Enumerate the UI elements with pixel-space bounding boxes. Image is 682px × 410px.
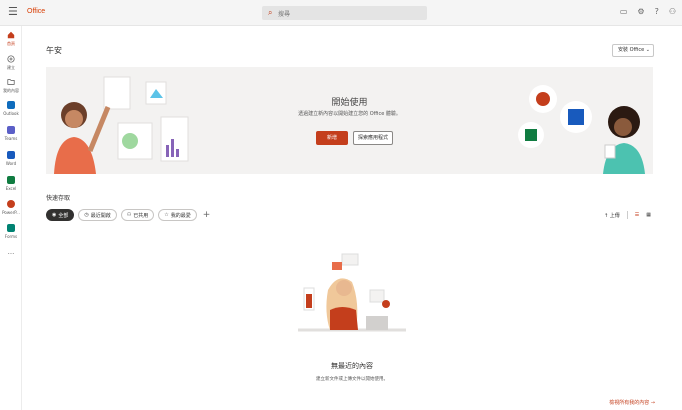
forms-icon [7, 224, 15, 232]
empty-state-illustration [298, 253, 406, 332]
banner-right-illustration [518, 85, 645, 174]
search-input[interactable]: ⌕ 搜尋 [262, 6, 427, 20]
clock-icon: ◷ [84, 212, 89, 218]
rail-item-create[interactable]: 建立 [0, 55, 22, 71]
rail-label: 建立 [7, 65, 15, 70]
rail-item-home[interactable]: 首頁 [0, 31, 22, 47]
upload-icon: ↑ [603, 212, 609, 219]
create-icon [7, 55, 15, 63]
rail-label: 我的內容 [3, 88, 19, 93]
help-icon[interactable]: ? [655, 7, 659, 17]
get-started-banner: 開始使用 透過建立新內容以開始建立您的 Office 體驗。 新增 探索應用程式 [46, 67, 653, 174]
new-button[interactable]: 新增 [316, 131, 348, 145]
rail-item-word[interactable]: Word [0, 151, 22, 166]
more-apps-icon[interactable]: ··· [0, 250, 22, 258]
rail-item-my-content[interactable]: 我的內容 [0, 78, 22, 94]
upload-button[interactable]: ↑ 上傳 [604, 212, 620, 219]
all-icon: ◉ [52, 212, 57, 218]
search-icon: ⌕ [268, 8, 273, 17]
home-icon [7, 31, 15, 39]
filter-favorites[interactable]: ☆ 我的最愛 [158, 209, 197, 221]
rail-item-excel[interactable]: Excel [0, 176, 22, 191]
explore-apps-button[interactable]: 探索應用程式 [353, 131, 393, 145]
top-bar: ☰ Office ⌕ 搜尋 ▭ ⚙ ? ⚇ [0, 0, 682, 26]
outlook-icon [7, 101, 15, 109]
word-icon [7, 151, 15, 159]
rail-label: Teams [4, 136, 18, 141]
app-launcher-icon[interactable]: ☰ [8, 6, 18, 17]
grid-view-icon[interactable]: ▦ [646, 212, 651, 218]
rail-item-teams[interactable]: Teams [0, 126, 22, 141]
powerpoint-icon [7, 200, 15, 208]
filter-label: 全部 [58, 212, 69, 219]
install-office-button[interactable]: 安裝 Office ⌄ [612, 44, 654, 57]
add-filter-button[interactable]: + [203, 209, 211, 221]
empty-state-title: 無最近的內容 [331, 362, 373, 370]
filter-recent[interactable]: ◷ 最近開啟 [78, 209, 117, 221]
banner-left-illustration [54, 76, 189, 174]
excel-icon [7, 176, 15, 184]
rail-label: 首頁 [7, 41, 15, 46]
filter-shared[interactable]: ⚇ 已共用 [120, 209, 155, 221]
view-all-content-link[interactable]: 檢視所有我的內容 → [609, 399, 655, 406]
present-icon[interactable]: ▭ [620, 7, 628, 17]
brand-link[interactable]: Office [27, 8, 45, 15]
quick-access-filters: ◉ 全部 ◷ 最近開啟 ⚇ 已共用 ☆ 我的最愛 + [46, 209, 210, 221]
greeting: 午安 [46, 46, 62, 55]
rail-item-forms[interactable]: Forms [0, 224, 22, 239]
filter-label: 我的最愛 [170, 212, 191, 219]
filter-all[interactable]: ◉ 全部 [46, 209, 75, 221]
empty-state-subtitle: 建立新文件或上傳文件以開始使用。 [316, 377, 388, 382]
list-view-icon[interactable]: ☰ [635, 212, 639, 218]
rail-label: Excel [5, 186, 17, 191]
star-icon: ☆ [164, 212, 169, 218]
filter-label: 已共用 [133, 212, 149, 219]
filter-label: 最近開啟 [90, 212, 111, 219]
top-icons: ▭ ⚙ ? ⚇ [620, 7, 676, 17]
shared-icon: ⚇ [126, 212, 132, 218]
quick-access-tools: ↑ 上傳 ☰ ▦ [604, 211, 651, 219]
left-rail: 首頁 建立 我的內容 Outlook Teams Word Excel Powe… [0, 26, 22, 410]
rail-label: PowerP... [2, 210, 20, 215]
folder-icon [7, 79, 15, 85]
teams-icon [7, 126, 15, 134]
rail-item-powerpoint[interactable]: PowerP... [0, 200, 22, 215]
rail-item-outlook[interactable]: Outlook [0, 101, 22, 116]
quick-access-title: 快速存取 [46, 195, 71, 202]
upload-label: 上傳 [609, 212, 620, 219]
rail-label: Word [5, 161, 17, 166]
settings-icon[interactable]: ⚙ [637, 7, 644, 17]
rail-label: Outlook [3, 111, 19, 116]
search-placeholder: 搜尋 [278, 11, 291, 18]
account-icon[interactable]: ⚇ [669, 7, 676, 17]
divider [626, 211, 628, 219]
rail-label: Forms [4, 234, 18, 239]
